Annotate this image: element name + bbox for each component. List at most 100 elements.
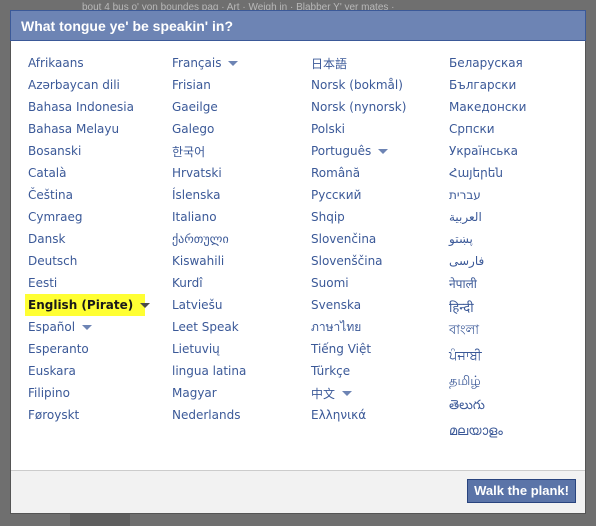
language-link-item-col4-16[interactable]: മലയാളം — [449, 419, 526, 444]
language-link-deutsch[interactable]: Deutsch — [28, 250, 145, 272]
language-link-item-col4-14[interactable]: தமிழ் — [449, 369, 526, 394]
language-label: Čeština — [28, 188, 74, 202]
language-label: فارسی — [449, 254, 485, 268]
language-link-item-col4-3[interactable]: Српски — [449, 118, 526, 140]
language-link-item-col4-5[interactable]: Հայերեն — [449, 162, 526, 184]
dialog-body: Afrikaans Azərbaycan dili Bahasa Indonesia… — [11, 41, 585, 472]
language-link-lietuvi[interactable]: Lietuvių — [172, 338, 246, 360]
language-link-item-col4-15[interactable]: తెలుగు — [449, 394, 526, 419]
language-link-esperanto[interactable]: Esperanto — [28, 338, 145, 360]
language-column-2: Français Frisian Gaeilge Galego 한국어 Hrvatski Í… — [172, 52, 246, 426]
language-link-az-rbaycan-dili[interactable]: Azərbaycan dili — [28, 74, 145, 96]
language-link-slenska[interactable]: Íslenska — [172, 184, 246, 206]
language-link-bahasa-melayu[interactable]: Bahasa Melayu — [28, 118, 145, 140]
language-link-magyar[interactable]: Magyar — [172, 382, 246, 404]
language-label: Slovenčina — [311, 232, 377, 246]
language-label: Bosanski — [28, 144, 82, 158]
language-link-cymraeg[interactable]: Cymraeg — [28, 206, 145, 228]
language-link-euskara[interactable]: Euskara — [28, 360, 145, 382]
language-label: العربية — [449, 210, 482, 224]
language-link-t-rk-e[interactable]: Türkçe — [311, 360, 406, 382]
language-link-italiano[interactable]: Italiano — [172, 206, 246, 228]
language-link-catal[interactable]: Català — [28, 162, 145, 184]
dropdown-arrow-icon[interactable] — [342, 391, 353, 396]
language-label: Српски — [449, 122, 495, 136]
language-link-frisian[interactable]: Frisian — [172, 74, 246, 96]
language-link-item-col4-1[interactable]: Български — [449, 74, 526, 96]
language-label: Hrvatski — [172, 166, 222, 180]
language-label: 한국어 — [172, 144, 206, 159]
language-link-leet-speak[interactable]: Leet Speak — [172, 316, 246, 338]
language-link-item-col2-8[interactable]: ქართული — [172, 228, 246, 250]
language-link-item-col4-7[interactable]: العربية — [449, 206, 526, 228]
language-link-espa-ol[interactable]: Español — [28, 316, 145, 338]
language-label: 日本語 — [311, 56, 348, 71]
language-link-nederlands[interactable]: Nederlands — [172, 404, 246, 426]
language-link-item-col4-2[interactable]: Македонски — [449, 96, 526, 118]
language-link-dansk[interactable]: Dansk — [28, 228, 145, 250]
language-link-item-col4-11[interactable]: हिन्दी — [449, 294, 526, 319]
language-label: Norsk (bokmål) — [311, 78, 403, 92]
language-link-kiswahili[interactable]: Kiswahili — [172, 250, 246, 272]
language-link-hrvatski[interactable]: Hrvatski — [172, 162, 246, 184]
language-link-sloven-ina[interactable]: Slovenščina — [311, 250, 406, 272]
language-link-afrikaans[interactable]: Afrikaans — [28, 52, 145, 74]
language-label: پښتو — [449, 232, 473, 246]
language-link-svenska[interactable]: Svenska — [311, 294, 406, 316]
language-link-item-col4-0[interactable]: Беларуская — [449, 52, 526, 74]
language-label: Deutsch — [28, 254, 78, 268]
language-column-1: Afrikaans Azərbaycan dili Bahasa Indonesia… — [25, 52, 151, 426]
language-link-suomi[interactable]: Suomi — [311, 272, 406, 294]
language-link-eesti[interactable]: Eesti — [28, 272, 145, 294]
language-link-item-col2-4[interactable]: 한국어 — [172, 140, 246, 162]
language-link-filipino[interactable]: Filipino — [28, 382, 145, 404]
language-label: Magyar — [172, 386, 217, 400]
language-link-item-col3-12[interactable]: ภาษาไทย — [311, 316, 406, 338]
language-link-e-tina[interactable]: Čeština — [28, 184, 145, 206]
language-link-english-pirate[interactable]: English (Pirate) — [25, 294, 151, 316]
walk-the-plank-button[interactable]: Walk the plank! — [467, 479, 576, 503]
language-link-norsk-nynorsk[interactable]: Norsk (nynorsk) — [311, 96, 406, 118]
language-link-bahasa-indonesia[interactable]: Bahasa Indonesia — [28, 96, 145, 118]
language-link-item-col3-6[interactable]: Русский — [311, 184, 406, 206]
dialog-footer: Walk the plank! — [11, 470, 585, 513]
language-link-galego[interactable]: Galego — [172, 118, 246, 140]
language-link-item-col4-9[interactable]: فارسی — [449, 250, 526, 272]
dropdown-arrow-icon[interactable] — [82, 325, 93, 330]
language-link-item-col4-6[interactable]: עברית — [449, 184, 526, 206]
language-link-f-royskt[interactable]: Føroyskt — [28, 404, 145, 426]
language-link-ti-ng-vi-t[interactable]: Tiếng Việt — [311, 338, 406, 360]
language-link-fran-ais[interactable]: Français — [172, 52, 246, 74]
language-link-item-col4-4[interactable]: Українська — [449, 140, 526, 162]
language-link-portugu-s[interactable]: Português — [311, 140, 406, 162]
language-link-bosanski[interactable]: Bosanski — [28, 140, 145, 162]
language-link-item-col4-10[interactable]: नेपाली — [449, 272, 526, 294]
language-label: Українська — [449, 144, 518, 158]
language-link-item-col4-12[interactable]: বাংলা — [449, 319, 526, 344]
language-label: മലയാളം — [449, 424, 503, 439]
language-link-latvie-u[interactable]: Latviešu — [172, 294, 246, 316]
language-link-norsk-bokm-l[interactable]: Norsk (bokmål) — [311, 74, 406, 96]
language-link-shqip[interactable]: Shqip — [311, 206, 406, 228]
dialog-header: What tongue ye' be speakin' in? — [10, 10, 586, 41]
language-link-item-col3-0[interactable]: 日本語 — [311, 52, 406, 74]
language-label: தமிழ் — [449, 373, 481, 389]
language-link-sloven-ina[interactable]: Slovenčina — [311, 228, 406, 250]
dropdown-arrow-icon[interactable] — [228, 61, 239, 66]
language-label: Norsk (nynorsk) — [311, 100, 407, 114]
language-label: Polski — [311, 122, 346, 136]
language-link-lingua-latina[interactable]: lingua latina — [172, 360, 246, 382]
language-label: Euskara — [28, 364, 76, 378]
language-label: Català — [28, 166, 67, 180]
dropdown-arrow-icon[interactable] — [378, 149, 389, 154]
language-link-item-col4-8[interactable]: پښتو — [449, 228, 526, 250]
language-label: Afrikaans — [28, 56, 84, 70]
language-link-kurd[interactable]: Kurdî — [172, 272, 246, 294]
language-link-item-col3-16[interactable]: Ελληνικά — [311, 404, 406, 426]
language-link-polski[interactable]: Polski — [311, 118, 406, 140]
dropdown-arrow-icon[interactable] — [140, 303, 151, 308]
language-link-item-col3-15[interactable]: 中文 — [311, 382, 406, 404]
language-link-gaeilge[interactable]: Gaeilge — [172, 96, 246, 118]
language-link-item-col4-13[interactable]: ਪੰਜਾਬੀ — [449, 344, 526, 369]
language-link-rom-n[interactable]: Română — [311, 162, 406, 184]
